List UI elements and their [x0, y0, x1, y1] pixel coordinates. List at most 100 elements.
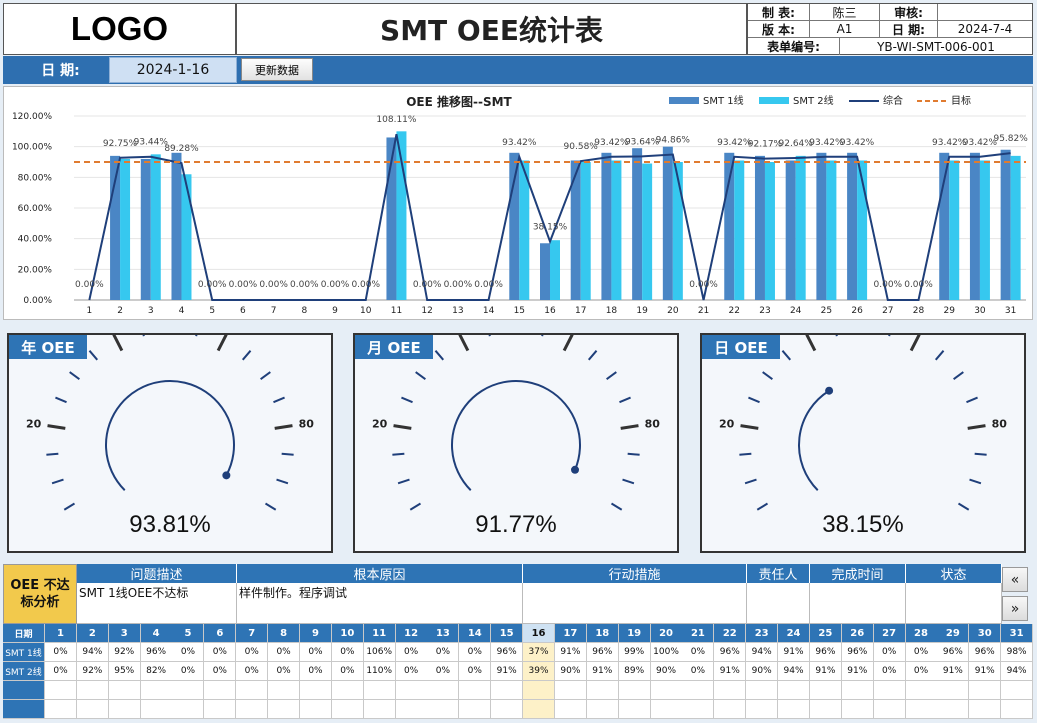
daily-cell[interactable]: 96% [491, 643, 524, 662]
daily-cell[interactable]: 0% [268, 643, 301, 662]
daily-cell[interactable] [650, 700, 683, 719]
daily-cell[interactable]: 96% [714, 643, 747, 662]
daily-cell[interactable] [873, 681, 906, 700]
daily-cell[interactable]: 99% [618, 643, 651, 662]
daily-cell[interactable] [905, 681, 938, 700]
daily-cell[interactable]: 91% [937, 662, 970, 681]
next-page-button[interactable]: » [1002, 596, 1028, 621]
daily-cell[interactable]: 90% [650, 662, 683, 681]
daily-cell[interactable] [809, 681, 842, 700]
daily-cell[interactable]: 37% [523, 643, 556, 662]
daily-cell[interactable] [491, 700, 524, 719]
daily-cell[interactable]: 98% [1001, 643, 1034, 662]
daily-cell[interactable] [554, 681, 587, 700]
daily-cell[interactable]: 0% [45, 643, 77, 662]
daily-cell[interactable] [299, 700, 332, 719]
daily-cell[interactable] [523, 681, 556, 700]
daily-cell[interactable]: 0% [873, 643, 906, 662]
daily-cell[interactable]: 82% [140, 662, 173, 681]
daily-cell[interactable]: 91% [586, 662, 619, 681]
daily-cell[interactable] [172, 681, 205, 700]
daily-cell[interactable] [873, 700, 906, 719]
cell-due-date[interactable] [810, 583, 906, 624]
daily-cell[interactable]: 96% [969, 643, 1002, 662]
daily-cell[interactable]: 0% [172, 662, 205, 681]
daily-cell[interactable] [969, 700, 1002, 719]
daily-cell[interactable]: 96% [586, 643, 619, 662]
daily-cell[interactable]: 110% [363, 662, 396, 681]
daily-cell[interactable] [76, 681, 109, 700]
daily-cell[interactable]: 91% [491, 662, 524, 681]
cell-root-cause[interactable]: 样件制作。程序调试 [237, 583, 523, 624]
daily-cell[interactable] [459, 700, 492, 719]
daily-cell[interactable] [427, 681, 460, 700]
cell-status[interactable] [906, 583, 1002, 624]
daily-cell[interactable]: 94% [746, 643, 779, 662]
daily-cell[interactable]: 0% [299, 662, 332, 681]
daily-cell[interactable] [937, 681, 970, 700]
daily-cell[interactable]: 0% [427, 662, 460, 681]
daily-cell[interactable]: 0% [299, 643, 332, 662]
daily-cell[interactable] [969, 681, 1002, 700]
daily-cell[interactable] [905, 700, 938, 719]
daily-cell[interactable]: 96% [841, 643, 874, 662]
daily-cell[interactable] [618, 681, 651, 700]
daily-cell[interactable] [108, 681, 141, 700]
daily-cell[interactable] [841, 681, 874, 700]
daily-cell[interactable]: 0% [427, 643, 460, 662]
daily-cell[interactable]: 0% [459, 643, 492, 662]
daily-cell[interactable] [45, 681, 77, 700]
daily-cell[interactable] [331, 700, 364, 719]
daily-cell[interactable] [937, 700, 970, 719]
daily-cell[interactable] [299, 681, 332, 700]
daily-cell[interactable] [714, 681, 747, 700]
daily-cell[interactable] [809, 700, 842, 719]
daily-cell[interactable] [45, 700, 77, 719]
cell-problem[interactable]: SMT 1线OEE不达标 [77, 583, 237, 624]
daily-cell[interactable]: 91% [809, 662, 842, 681]
daily-cell[interactable] [172, 700, 205, 719]
daily-cell[interactable]: 0% [331, 643, 364, 662]
daily-cell[interactable]: 92% [76, 662, 109, 681]
daily-cell[interactable]: 94% [76, 643, 109, 662]
daily-cell[interactable]: 91% [969, 662, 1002, 681]
daily-cell[interactable]: 0% [682, 662, 715, 681]
cell-owner[interactable] [747, 583, 810, 624]
daily-cell[interactable] [204, 681, 237, 700]
daily-cell[interactable] [363, 681, 396, 700]
daily-cell[interactable] [841, 700, 874, 719]
daily-cell[interactable] [268, 681, 301, 700]
daily-cell[interactable]: 90% [554, 662, 587, 681]
daily-cell[interactable] [108, 700, 141, 719]
daily-cell[interactable]: 0% [236, 643, 269, 662]
daily-cell[interactable]: 94% [778, 662, 811, 681]
daily-cell[interactable] [427, 700, 460, 719]
daily-cell[interactable]: 92% [108, 643, 141, 662]
daily-cell[interactable] [682, 700, 715, 719]
daily-cell[interactable] [714, 700, 747, 719]
daily-cell[interactable] [554, 700, 587, 719]
daily-cell[interactable] [395, 700, 428, 719]
daily-cell[interactable] [682, 681, 715, 700]
daily-cell[interactable] [204, 700, 237, 719]
daily-cell[interactable] [586, 681, 619, 700]
refresh-data-button[interactable]: 更新数据 [241, 58, 313, 81]
prev-page-button[interactable]: « [1002, 567, 1028, 592]
daily-cell[interactable]: 0% [268, 662, 301, 681]
daily-cell[interactable]: 0% [204, 662, 237, 681]
daily-cell[interactable] [140, 681, 173, 700]
daily-cell[interactable] [268, 700, 301, 719]
daily-cell[interactable] [586, 700, 619, 719]
daily-cell[interactable] [523, 700, 556, 719]
daily-cell[interactable] [140, 700, 173, 719]
daily-cell[interactable]: 96% [140, 643, 173, 662]
daily-cell[interactable] [395, 681, 428, 700]
daily-cell[interactable]: 94% [1001, 662, 1034, 681]
date-input[interactable]: 2024-1-16 [109, 57, 237, 83]
daily-cell[interactable] [491, 681, 524, 700]
daily-cell[interactable]: 96% [937, 643, 970, 662]
daily-cell[interactable]: 0% [172, 643, 205, 662]
daily-cell[interactable]: 0% [905, 662, 938, 681]
daily-cell[interactable]: 91% [778, 643, 811, 662]
daily-cell[interactable]: 0% [873, 662, 906, 681]
